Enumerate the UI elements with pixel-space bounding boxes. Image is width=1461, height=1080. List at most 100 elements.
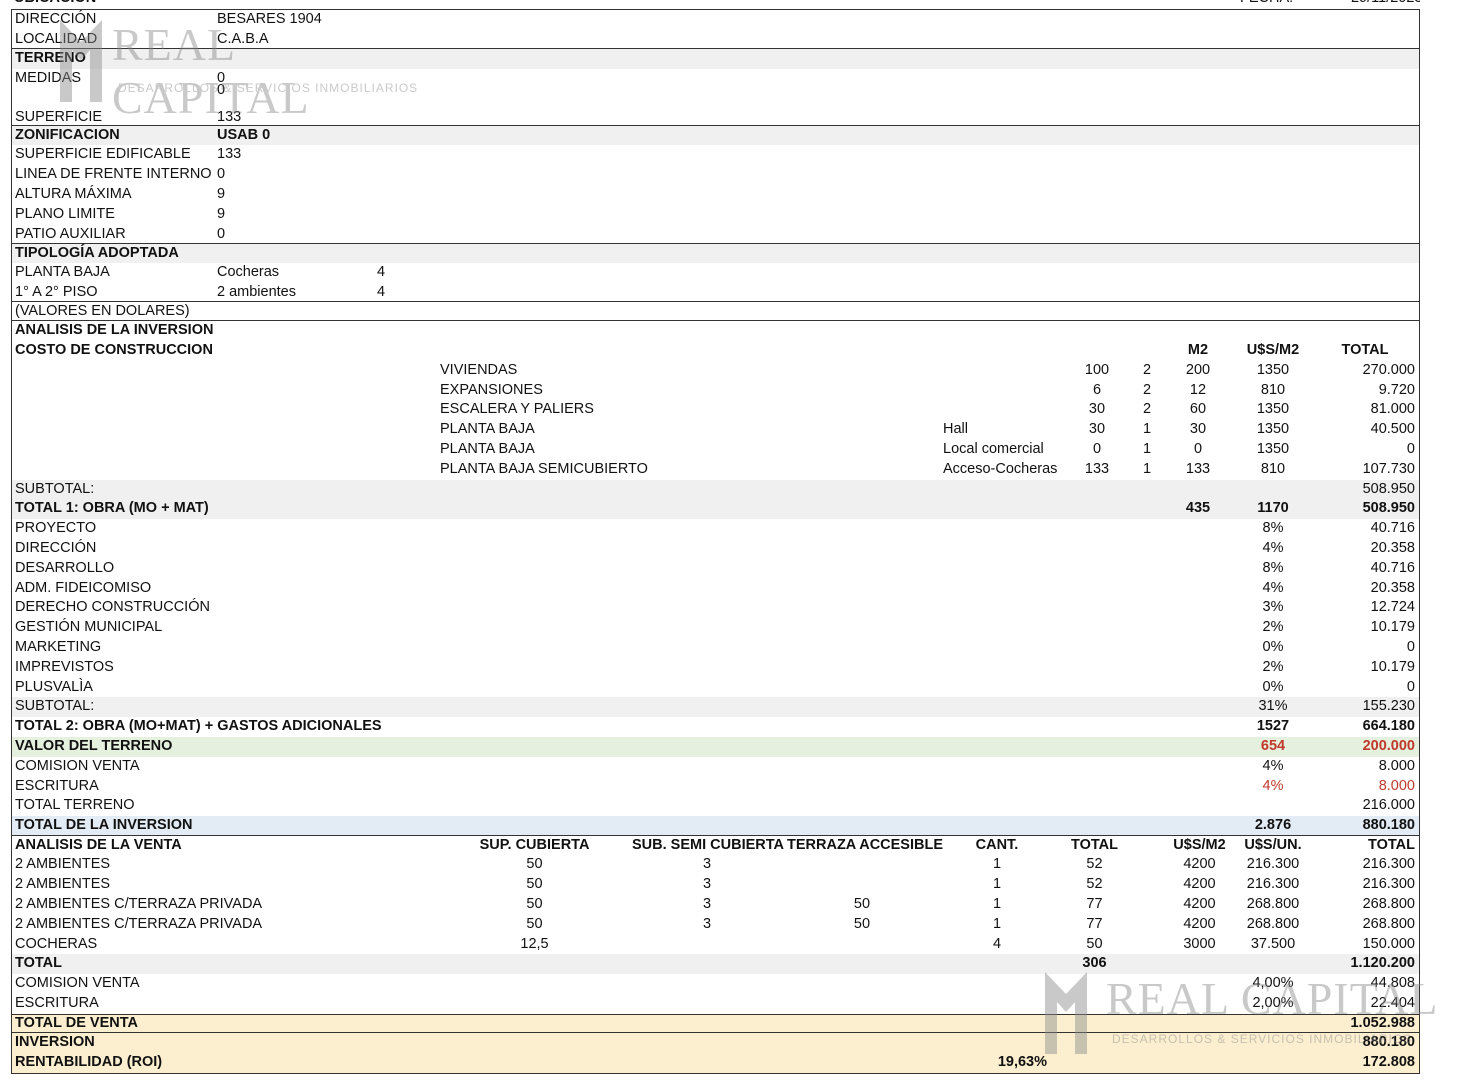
zonificacion-row-value: 0 (217, 225, 226, 242)
direccion-value: BESARES 1904 (217, 11, 322, 27)
tipologia-qty: 4 (377, 264, 386, 281)
costo-item-a: 6 (1092, 381, 1102, 398)
roi-row: RENTABILIDAD (ROI) 19,63% 172.808 (11, 1053, 1420, 1074)
costo-item-detail: Hall (943, 421, 968, 438)
venta-total-row: TOTAL 306 1.120.200 (11, 954, 1420, 975)
gasto-row: DESARROLLO 8% 40.716 (11, 558, 1420, 579)
col-venta-usm2: U$S/M2 (1173, 836, 1226, 853)
costo-item-detail: Local comercial (943, 440, 1044, 457)
spreadsheet: UBICACION FECHA: 29/11/2023 DIRECCIÓN BE… (11, 0, 1420, 1074)
gasto-label: ADM. FIDEICOMISO (15, 579, 152, 596)
costo-item-b: 1 (1142, 440, 1152, 457)
venta-total: 216.300 (1362, 856, 1415, 873)
costo-item-row: EXPANSIONES 6 2 12 810 9.720 (11, 380, 1420, 401)
subtotal1-total: 508.950 (1362, 480, 1415, 497)
tipologia-qty: 4 (377, 284, 386, 301)
costo-item-a: 100 (1084, 361, 1110, 378)
escritura-inv-label: ESCRITURA (15, 777, 99, 794)
valores-note-row: (VALORES EN DOLARES) (11, 302, 1420, 322)
gasto-total: 10.179 (1370, 658, 1415, 675)
venta-title: ANALISIS DE LA VENTA (15, 836, 182, 853)
zonificacion-row: LINEA DE FRENTE INTERNO 0 (11, 165, 1420, 185)
fecha-label: FECHA: (1240, 0, 1293, 9)
localidad-row: LOCALIDAD C.A.B.A (11, 29, 1420, 49)
costo-item-detail: Acceso-Cocheras (943, 460, 1058, 477)
total-terreno-total: 216.000 (1362, 797, 1415, 814)
venta-row: COCHERAS 12,5 4 50 3000 37.500 150.000 (11, 934, 1420, 955)
venta-sup: 50 (526, 856, 543, 873)
venta-label: 2 AMBIENTES C/TERRAZA PRIVADA (15, 895, 263, 912)
col-usm2: U$S/M2 (1246, 341, 1300, 358)
costo-item-usm2: 1350 (1256, 421, 1290, 438)
tipologia-title: TIPOLOGÍA ADOPTADA (15, 244, 179, 261)
localidad-value: C.A.B.A (217, 30, 269, 47)
gasto-total: 20.358 (1370, 579, 1415, 596)
comision-venta-total: 44.808 (1370, 975, 1415, 992)
col-venta-total: TOTAL (1368, 836, 1415, 853)
costo-item-a: 0 (1092, 440, 1102, 457)
venta-cant: 1 (992, 856, 1002, 873)
venta-usm2: 4200 (1183, 915, 1216, 932)
zonificacion-row-value: 9 (217, 185, 226, 202)
zonificacion-label: LINEA DE FRENTE INTERNO (15, 166, 212, 183)
tipologia-title-row: TIPOLOGÍA ADOPTADA (11, 243, 1420, 264)
total-venta-total: 1.052.988 (1350, 1014, 1415, 1031)
total1-label: TOTAL 1: OBRA (MO + MAT) (15, 500, 209, 517)
superficie-row: SUPERFICIE 133 (11, 107, 1420, 126)
zonificacion-value: USAB 0 (217, 126, 271, 143)
costo-items: VIVIENDAS 100 2 200 1350 270.000 EXPANSIONES 6 2… (11, 360, 1420, 480)
venta-terraza: 50 (853, 895, 871, 912)
venta-label: COCHERAS (15, 935, 98, 952)
col-sup-cubierta: SUP. CUBIERTA (479, 836, 590, 853)
total1-total: 508.950 (1362, 500, 1415, 517)
total2-label: TOTAL 2: OBRA (MO+MAT) + GASTOS ADICIONA… (15, 718, 382, 735)
costo-item-m2: 0 (1193, 440, 1203, 457)
gasto-row: DIRECCIÓN 4% 20.358 (11, 538, 1420, 559)
ubicacion-row: UBICACION FECHA: 29/11/2023 (11, 0, 1420, 10)
zonificacion-row-value: 0 (217, 166, 226, 183)
ubicacion-label: UBICACION (14, 0, 96, 9)
costo-item-m2: 12 (1189, 381, 1207, 398)
gasto-pct: 4% (1262, 579, 1284, 596)
total-terreno-row: TOTAL TERRENO 216.000 (11, 796, 1420, 817)
tipologia-type: 2 ambientes (217, 284, 296, 301)
costo-item-name: PLANTA BAJA SEMICUBIERTO (440, 460, 648, 477)
col-total: TOTAL (1341, 341, 1389, 358)
venta-label: 2 AMBIENTES C/TERRAZA PRIVADA (15, 915, 263, 932)
valor-terreno-total: 200.000 (1362, 737, 1415, 754)
fecha-value: 29/11/2023 (1351, 0, 1420, 9)
escritura-venta-pct: 2,00% (1252, 994, 1294, 1011)
zonificacion-row: SUPERFICIE EDIFICABLE 133 (11, 145, 1420, 166)
subtotal2-pct: 31% (1258, 698, 1288, 715)
valor-terreno-row: VALOR DEL TERRENO 654 200.000 (11, 736, 1420, 757)
inversion-title: ANALISIS DE LA INVERSION (15, 322, 214, 339)
total-venta-label: TOTAL DE VENTA (15, 1014, 138, 1031)
costo-item-name: PLANTA BAJA (440, 421, 535, 438)
costo-item-usm2: 1350 (1256, 440, 1290, 457)
costo-item-b: 1 (1142, 460, 1152, 477)
costo-item-name: ESCALERA Y PALIERS (440, 401, 594, 418)
venta-total-m2: 52 (1086, 856, 1103, 873)
total-terreno-label: TOTAL TERRENO (15, 797, 135, 814)
gasto-row: MARKETING 0% 0 (11, 637, 1420, 658)
tipologia-type: Cocheras (217, 264, 280, 281)
col-usun: U$S/UN. (1244, 836, 1302, 853)
comision-venta-label: COMISION VENTA (15, 975, 140, 992)
medidas-row: MEDIDAS 0 0 (11, 68, 1420, 108)
valor-terreno-usm2: 654 (1260, 737, 1286, 754)
venta-cant: 4 (992, 935, 1002, 952)
venta-cant: 1 (992, 895, 1002, 912)
roi-pct: 19,63% (997, 1054, 1047, 1071)
gasto-pct: 4% (1262, 539, 1284, 556)
escritura-venta-total: 22.404 (1370, 994, 1415, 1011)
zonificacion-row-value: 133 (217, 146, 242, 163)
venta-total-label: TOTAL (15, 955, 62, 972)
zonificacion-row-value: 9 (217, 205, 226, 222)
superficie-label: SUPERFICIE (15, 108, 103, 125)
costo-item-total: 9.720 (1378, 381, 1415, 398)
venta-usm2: 4200 (1183, 876, 1216, 893)
col-cant: CANT. (975, 836, 1019, 853)
venta-row: 2 AMBIENTES 50 3 1 52 4200 216.300 216.300 (11, 855, 1420, 876)
gasto-pct: 3% (1262, 599, 1284, 616)
comision-inv-row: COMISION VENTA 4% 8.000 (11, 756, 1420, 777)
